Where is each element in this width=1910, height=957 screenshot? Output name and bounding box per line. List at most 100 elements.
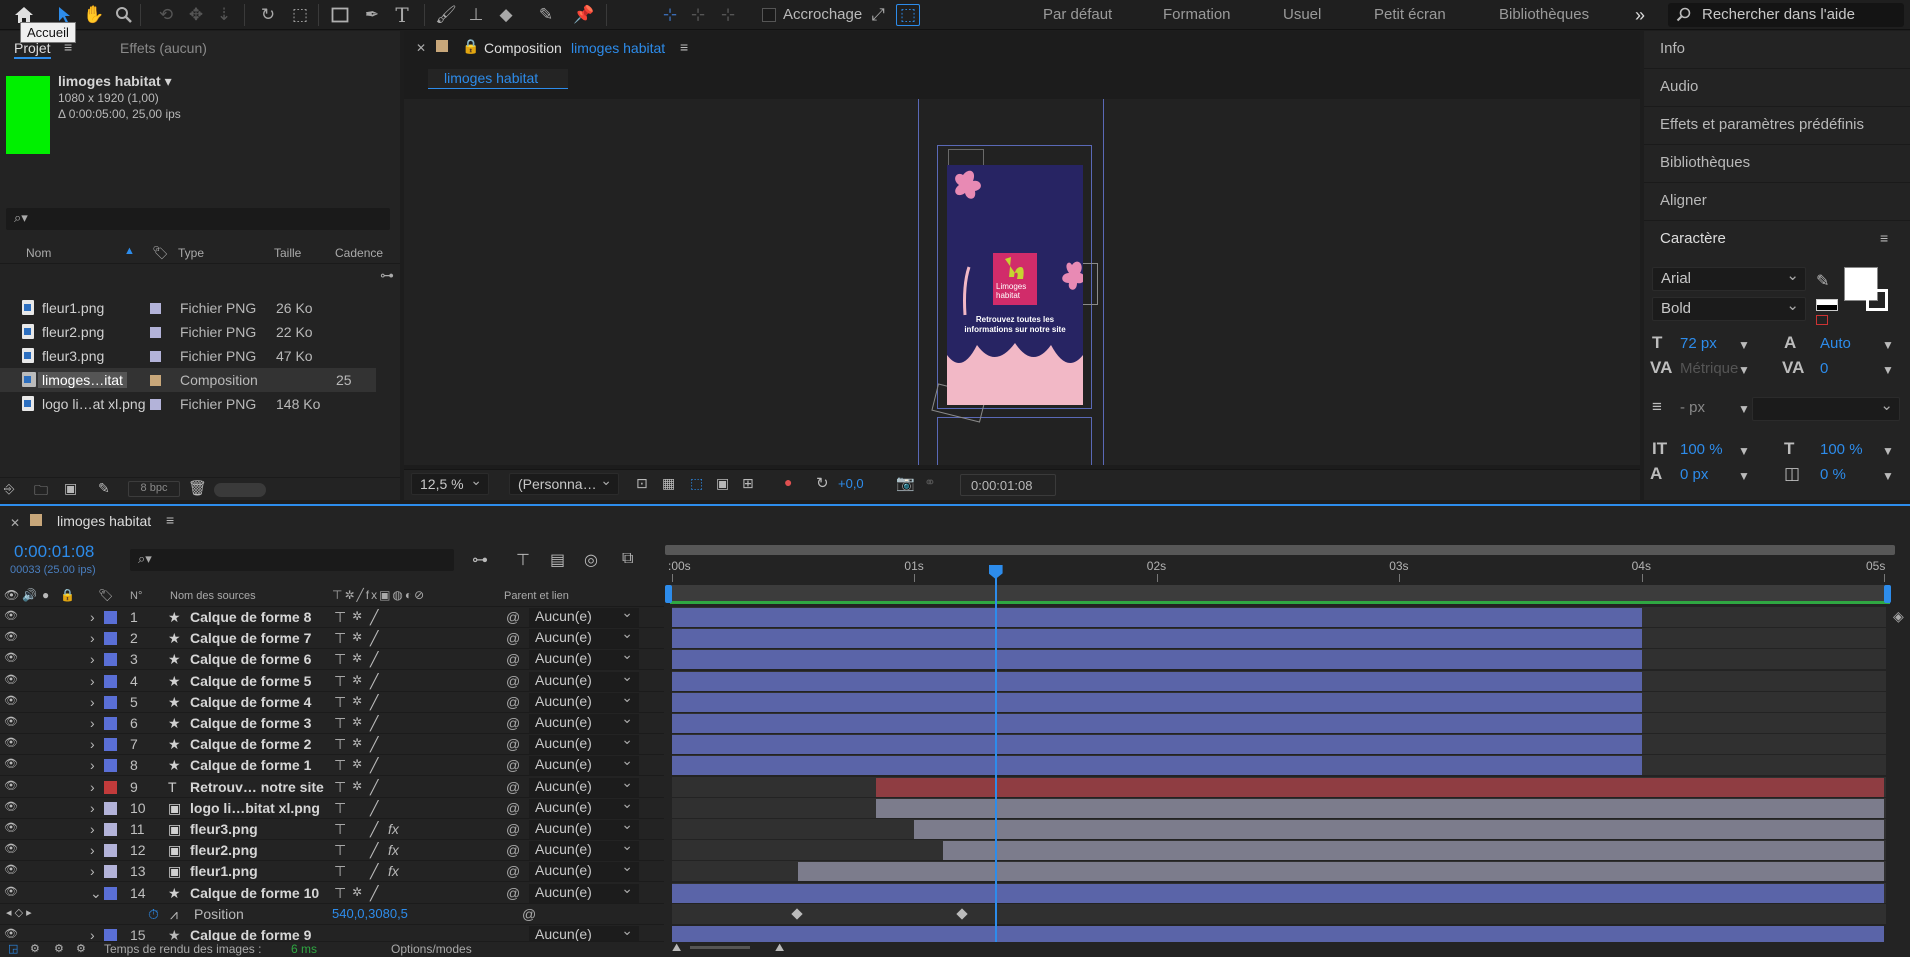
shy-switch-icon[interactable]: ⊤ (334, 736, 346, 753)
parent-pickwhip-icon[interactable]: @ (506, 651, 520, 667)
project-item[interactable]: fleur1.png Fichier PNG 26 Ko (0, 296, 376, 320)
layer-row[interactable]: 👁 › 7 ★ Calque de forme 2 ⊤ ✲ ╱ @ Aucun(e) (0, 731, 664, 756)
collapse-switch-icon[interactable]: ✲ (352, 673, 362, 687)
panel-character-title[interactable]: Caractère (1660, 230, 1726, 247)
parent-dropdown[interactable]: Aucun(e) (529, 925, 639, 941)
roto-brush-icon[interactable]: ✎ (534, 3, 558, 27)
workspace-small-screen[interactable]: Petit écran (1374, 0, 1446, 30)
interpret-footage-icon[interactable]: ⎆ (4, 481, 14, 497)
panel-libraries[interactable]: Bibliothèques (1660, 154, 1750, 171)
expand-layer-icon[interactable]: › (90, 842, 95, 858)
layer-name[interactable]: Calque de forme 7 (190, 630, 311, 646)
visibility-eye-icon[interactable]: 👁 (4, 842, 18, 855)
mask-visibility-icon[interactable]: ⬚ (690, 475, 703, 492)
layer-label-color[interactable] (104, 632, 117, 646)
composition-viewer[interactable]: Limoges habitat Retrouvez toutes les inf… (404, 99, 1640, 465)
tracking-value[interactable]: 0 (1820, 360, 1828, 377)
timeline-search-input[interactable]: ⌕▾ (130, 549, 454, 571)
expand-modes-icon[interactable]: ⚙ (54, 942, 64, 955)
visibility-eye-icon[interactable]: 👁 (4, 779, 18, 792)
expand-layer-icon[interactable]: › (90, 779, 95, 795)
parent-pickwhip-icon[interactable]: @ (506, 863, 520, 879)
comp-flowchart-icon[interactable]: ⊶ (472, 550, 488, 570)
shy-switch-icon[interactable]: ⊤ (334, 694, 346, 711)
layer-name[interactable]: Calque de forme 3 (190, 715, 311, 731)
eraser-tool-icon[interactable]: ◆ (494, 3, 518, 27)
layer-label-color[interactable] (104, 738, 117, 752)
chevron-down-icon[interactable]: ▼ (1738, 469, 1750, 483)
label-color-swatch[interactable] (150, 351, 161, 362)
comp-tab-prefix[interactable]: Composition (484, 40, 562, 56)
snap-options-icon[interactable]: ⤢ (866, 3, 890, 27)
render-icon[interactable]: ◲ (8, 942, 18, 955)
stroke-color-swatch[interactable] (1866, 289, 1888, 311)
layer-label-color[interactable] (104, 929, 117, 941)
puppet-pin-icon[interactable]: 📌 (572, 3, 596, 27)
audio-switch-icon[interactable]: 🔊 (22, 588, 37, 602)
exposure-value[interactable]: +0,0 (838, 476, 864, 491)
layer-row[interactable]: 👁 › 1 ★ Calque de forme 8 ⊤ ✲ ╱ @ Aucun(e) (0, 604, 664, 628)
expand-layer-icon[interactable]: › (90, 863, 95, 879)
column-number[interactable]: N° (130, 590, 142, 602)
parent-dropdown[interactable]: Aucun(e) (529, 625, 639, 649)
collapse-switch-icon[interactable]: ✲ (352, 757, 362, 771)
pan-camera-icon[interactable]: ✥ (184, 3, 208, 27)
layer-duration-bar[interactable] (798, 862, 1884, 882)
kerning-value[interactable]: Métrique (1680, 360, 1738, 377)
label-color-swatch[interactable] (150, 399, 161, 410)
expand-layer-icon[interactable]: › (90, 673, 95, 689)
layer-name[interactable]: Calque de forme 5 (190, 673, 311, 689)
timeline-current-time[interactable]: 0:00:01:08 (14, 542, 94, 562)
layer-name[interactable]: fleur1.png (190, 863, 258, 879)
orbit-camera-icon[interactable]: ⟲ (154, 3, 178, 27)
close-tab-icon[interactable]: ✕ (416, 41, 426, 55)
shy-switch-icon[interactable]: ⊤ (334, 842, 346, 859)
layer-name[interactable]: fleur2.png (190, 842, 258, 858)
chevron-down-icon[interactable]: ▼ (1738, 402, 1750, 416)
column-size[interactable]: Taille (274, 246, 301, 260)
parent-pickwhip-icon[interactable]: @ (506, 673, 520, 689)
project-item[interactable]: limoges…itat Composition 25 (0, 368, 376, 392)
parent-dropdown[interactable]: Aucun(e) (529, 689, 639, 712)
effects-switch-icon[interactable]: fx (388, 842, 399, 858)
layer-duration-bar[interactable] (672, 926, 1884, 942)
snapping-checkbox[interactable] (762, 8, 776, 22)
parent-pickwhip-icon[interactable]: @ (506, 779, 520, 795)
project-item[interactable]: fleur3.png Fichier PNG 47 Ko (0, 344, 376, 368)
property-value[interactable]: 540,0,3080,5 (332, 906, 408, 921)
zoom-tool-icon[interactable] (112, 3, 136, 27)
parent-pickwhip-icon[interactable]: @ (506, 715, 520, 731)
parent-pickwhip-icon[interactable]: @ (506, 821, 520, 837)
local-axis-icon[interactable]: ⊹ (658, 3, 682, 27)
effects-switch-icon[interactable]: fx (388, 821, 399, 837)
column-name[interactable]: Nom (26, 246, 51, 260)
layer-duration-bar[interactable] (672, 629, 1642, 649)
character-menu-icon[interactable]: ≡ (1880, 230, 1888, 246)
parent-dropdown[interactable]: Aucun(e) (529, 774, 639, 797)
collapse-switch-icon[interactable]: ✲ (352, 694, 362, 708)
stroke-width-value[interactable]: - px (1680, 399, 1705, 416)
expand-layer-icon[interactable]: › (90, 609, 95, 625)
new-composition-icon[interactable]: ▣ (64, 480, 77, 497)
parent-pickwhip-icon[interactable]: @ (506, 842, 520, 858)
layer-row[interactable]: 👁 ⌄ 14 ★ Calque de forme 10 ⊤ ✲ ╱ @ Aucun(e) (0, 880, 664, 904)
quality-switch-icon[interactable]: ╱ (370, 673, 378, 690)
vertical-scale-value[interactable]: 100 % (1680, 441, 1723, 458)
zoom-in-icon[interactable]: ⛰ (775, 942, 784, 955)
parent-dropdown[interactable]: Aucun(e) (529, 604, 639, 627)
expand-layer-icon[interactable]: › (90, 821, 95, 837)
rectangle-tool-icon[interactable] (328, 3, 352, 27)
channels-icon[interactable]: ● (784, 474, 792, 490)
layer-label-color[interactable] (104, 717, 117, 730)
quality-switch-icon[interactable]: ╱ (370, 736, 378, 753)
panel-align[interactable]: Aligner (1660, 192, 1707, 209)
layer-label-color[interactable] (104, 611, 117, 624)
parent-dropdown[interactable]: Aucun(e) (529, 816, 639, 839)
lock-icon[interactable]: 🔒 (462, 38, 479, 55)
parent-pickwhip-icon[interactable]: @ (506, 800, 520, 816)
parent-pickwhip-icon[interactable]: @ (506, 736, 520, 752)
layer-label-color[interactable] (104, 695, 117, 709)
workspace-default[interactable]: Par défaut (1043, 0, 1112, 30)
parent-dropdown[interactable]: Aucun(e) (529, 646, 639, 670)
parent-dropdown[interactable]: Aucun(e) (529, 795, 639, 818)
